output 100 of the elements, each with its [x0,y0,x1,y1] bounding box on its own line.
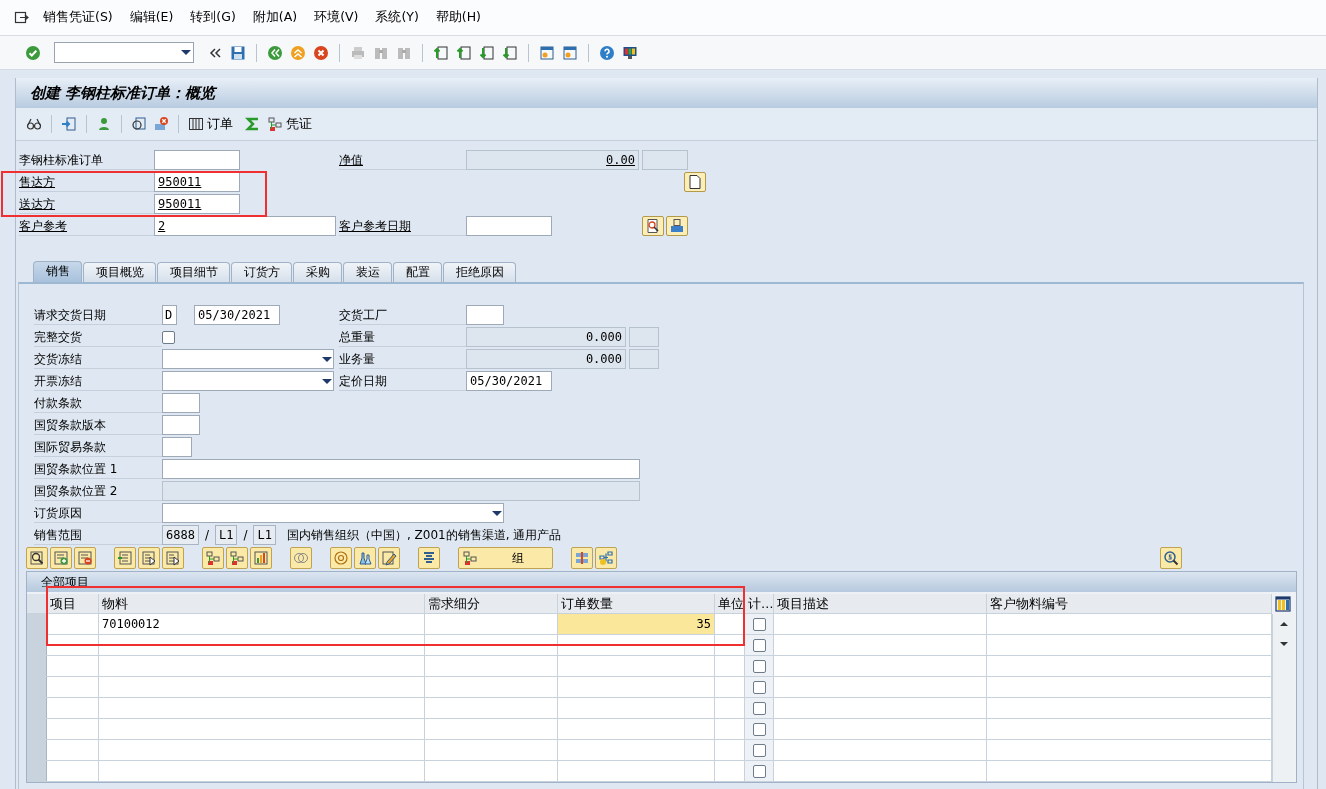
dropdown[interactable] [162,503,504,523]
table-cell: 70100012 [102,617,160,631]
tab[interactable]: 装运 [343,262,392,282]
document-button[interactable] [684,172,706,192]
flask-button[interactable] [354,547,376,569]
import-icon[interactable] [61,116,77,132]
print-button[interactable] [666,216,688,236]
list-play-button[interactable] [162,547,184,569]
menu-item[interactable]: 编辑(E) [129,9,174,26]
bar-chart-button[interactable] [250,547,272,569]
menu-item[interactable]: 帮助(H) [435,9,481,26]
glasses-icon[interactable] [26,116,42,132]
edit-button[interactable] [378,547,400,569]
column-header[interactable]: 客户物料编号 [987,594,1272,613]
select-all-cell[interactable] [27,594,47,613]
checkbox[interactable] [752,764,766,778]
input-field[interactable]: 05/30/2021 [466,371,552,391]
dropdown[interactable] [162,349,334,369]
menu-item[interactable]: 附加(A) [252,9,298,26]
tab[interactable]: 项目细节 [157,262,230,282]
document-button[interactable]: 凭证 [267,115,318,133]
command-field[interactable] [54,42,194,63]
list-run-button[interactable] [138,547,160,569]
checkbox[interactable] [752,701,766,715]
tab[interactable]: 销售 [33,261,82,282]
delete-icon[interactable] [153,116,169,132]
exit-icon[interactable] [290,44,306,61]
find-document-button[interactable] [642,216,664,236]
detail-button[interactable] [26,547,48,569]
checkbox[interactable] [752,638,766,652]
input-field[interactable] [162,415,200,435]
tab[interactable]: 配置 [393,262,442,282]
input-field[interactable] [162,393,200,413]
input-field[interactable]: 950011 [154,172,240,192]
first-page-icon[interactable] [433,44,449,61]
sales-area-field: L1 [214,525,238,545]
column-header[interactable]: 项目描述 [774,594,987,613]
next-page-icon[interactable] [479,44,495,61]
tab[interactable]: 订货方 [231,262,292,282]
column-header[interactable]: 需求细分 [425,594,558,613]
column-header[interactable]: 单位 [715,594,745,613]
align-icon [421,550,437,566]
tab[interactable]: 项目概览 [83,262,156,282]
monitor-icon[interactable] [622,44,638,61]
checkbox[interactable] [752,659,766,673]
shortcut-icon[interactable] [562,44,578,61]
menu-item[interactable]: 环境(V) [314,9,359,26]
menu-item[interactable]: 销售凭证(S) [43,9,113,26]
input-field[interactable] [162,437,192,457]
checkbox[interactable] [752,617,766,631]
input-field[interactable]: 2 [154,216,336,236]
menu-icon[interactable] [14,9,30,26]
last-page-icon[interactable] [502,44,518,61]
quantity-cell[interactable]: 35 [558,614,715,634]
checkbox[interactable] [752,680,766,694]
previous-page-icon[interactable] [456,44,472,61]
checkbox[interactable] [752,722,766,736]
tab[interactable]: 采购 [293,262,342,282]
input-field[interactable] [466,305,504,325]
row-selector[interactable] [27,614,47,634]
hierarchy-button[interactable] [202,547,224,569]
new-window-icon[interactable] [539,44,555,61]
input-field[interactable] [162,459,640,479]
delete-row-button[interactable] [74,547,96,569]
align-button[interactable] [418,547,440,569]
column-header[interactable]: 项目 [47,594,99,613]
menu-item[interactable]: 系统(Y) [375,9,419,26]
printer-icon [669,218,685,234]
pricing-button[interactable] [595,547,617,569]
date-field[interactable] [466,216,552,236]
tab[interactable]: 拒绝原因 [443,262,516,282]
sigma-icon[interactable] [245,116,261,132]
column-settings-icon[interactable] [1275,596,1291,612]
price-search-button[interactable] [1160,547,1182,569]
dropdown[interactable] [162,371,334,391]
wrench-button[interactable] [571,547,593,569]
column-header[interactable]: 订单数量 [558,594,715,613]
insert-row-icon [53,550,69,566]
input-field[interactable] [154,150,240,170]
checkbox[interactable] [752,743,766,757]
help-icon[interactable] [599,44,615,61]
documents-icon[interactable] [131,116,147,132]
group-button[interactable]: 组 [458,547,553,569]
date-type-field[interactable]: D [162,305,177,325]
date-field[interactable]: 05/30/2021 [194,305,280,325]
save-icon[interactable] [230,44,246,61]
back-icon[interactable] [267,44,283,61]
menu-item[interactable]: 转到(G) [190,9,236,26]
enter-icon[interactable] [25,44,41,61]
cancel-icon[interactable] [313,44,329,61]
swirl-button[interactable] [330,547,352,569]
coins-button[interactable] [290,547,312,569]
input-field[interactable]: 950011 [154,194,240,214]
import-list-button[interactable] [114,547,136,569]
printer-icon[interactable] [350,44,366,61]
column-header[interactable]: 物料 [99,594,425,613]
order-button[interactable]: 订单 [188,115,239,133]
checkbox[interactable] [162,330,175,344]
person-icon[interactable] [96,116,112,132]
column-header[interactable]: 计… [745,594,774,613]
